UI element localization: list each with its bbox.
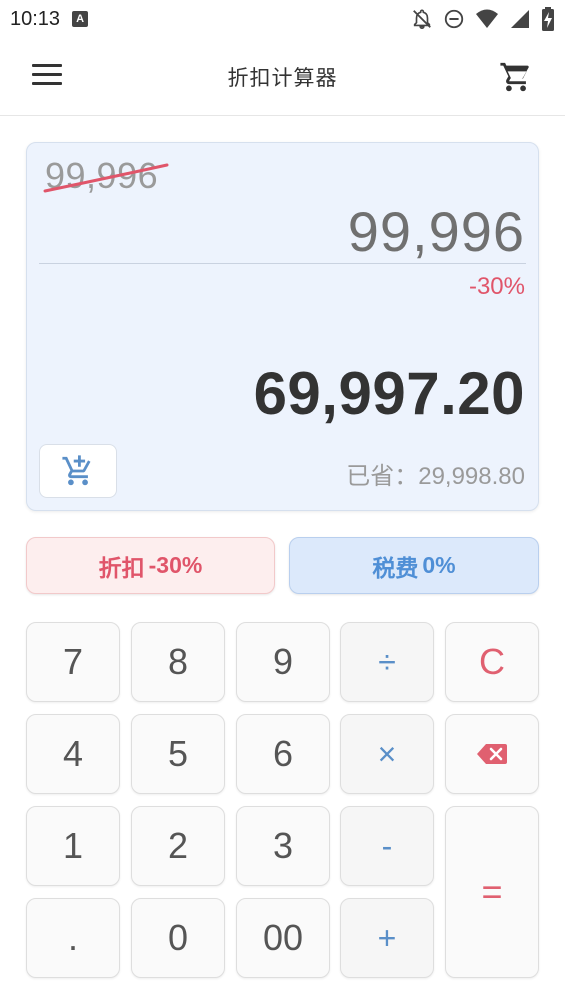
wifi-icon (476, 9, 498, 28)
key-00[interactable]: 00 (236, 898, 330, 978)
cart-icon[interactable] (499, 60, 533, 94)
tax-button-label: 税费 (372, 554, 419, 581)
key-6[interactable]: 6 (236, 714, 330, 794)
signal-icon (511, 10, 529, 28)
key-dot[interactable]: . (26, 898, 120, 978)
tax-button-value: 0% (422, 552, 456, 578)
status-time: 10:13 (10, 7, 61, 30)
menu-icon[interactable] (32, 64, 66, 90)
key-7[interactable]: 7 (26, 622, 120, 702)
key-clear[interactable]: C (445, 622, 539, 702)
key-5[interactable]: 5 (131, 714, 225, 794)
discount-label: -30% (468, 273, 525, 300)
app-bar: 折扣计算器 (0, 38, 565, 116)
page-title: 折扣计算器 (227, 66, 338, 90)
display-panel: 99,996 99,996 -30% 69,997.20 已省：29,998.8… (26, 142, 539, 511)
key-1[interactable]: 1 (26, 806, 120, 886)
result-value: 69,997.20 (253, 360, 525, 427)
key-9[interactable]: 9 (236, 622, 330, 702)
key-divide[interactable]: ÷ (340, 622, 434, 702)
key-8[interactable]: 8 (131, 622, 225, 702)
add-to-cart-icon (62, 455, 91, 486)
battery-charging-icon (542, 7, 554, 31)
tax-button[interactable]: 税费 0% (289, 537, 539, 594)
notifications-off-icon (413, 9, 431, 29)
key-3[interactable]: 3 (236, 806, 330, 886)
strike-line (43, 163, 169, 193)
key-equals[interactable]: = (445, 806, 539, 978)
backspace-icon (477, 744, 507, 764)
add-to-cart-button[interactable] (39, 444, 117, 498)
app-notification-icon: A (72, 11, 89, 27)
do-not-disturb-icon (444, 9, 464, 29)
discount-button[interactable]: 折扣 -30% (26, 537, 275, 594)
discount-button-value: -30% (148, 552, 203, 578)
status-right (411, 7, 555, 31)
key-plus[interactable]: + (340, 898, 434, 978)
key-2[interactable]: 2 (131, 806, 225, 886)
status-left: 10:13 A (10, 7, 89, 31)
input-value: 99,996 (347, 200, 525, 263)
saved-value: 29,998.80 (418, 463, 525, 490)
key-0[interactable]: 0 (131, 898, 225, 978)
key-backspace[interactable] (445, 714, 539, 794)
key-4[interactable]: 4 (26, 714, 120, 794)
key-multiply[interactable]: × (340, 714, 434, 794)
saved-amount: 已省：29,998.80 (346, 456, 525, 491)
saved-label: 已省： (346, 463, 419, 490)
discount-button-label: 折扣 (98, 554, 145, 581)
status-bar: 10:13 A (0, 0, 565, 38)
display-divider (39, 263, 526, 264)
key-minus[interactable]: - (340, 806, 434, 886)
